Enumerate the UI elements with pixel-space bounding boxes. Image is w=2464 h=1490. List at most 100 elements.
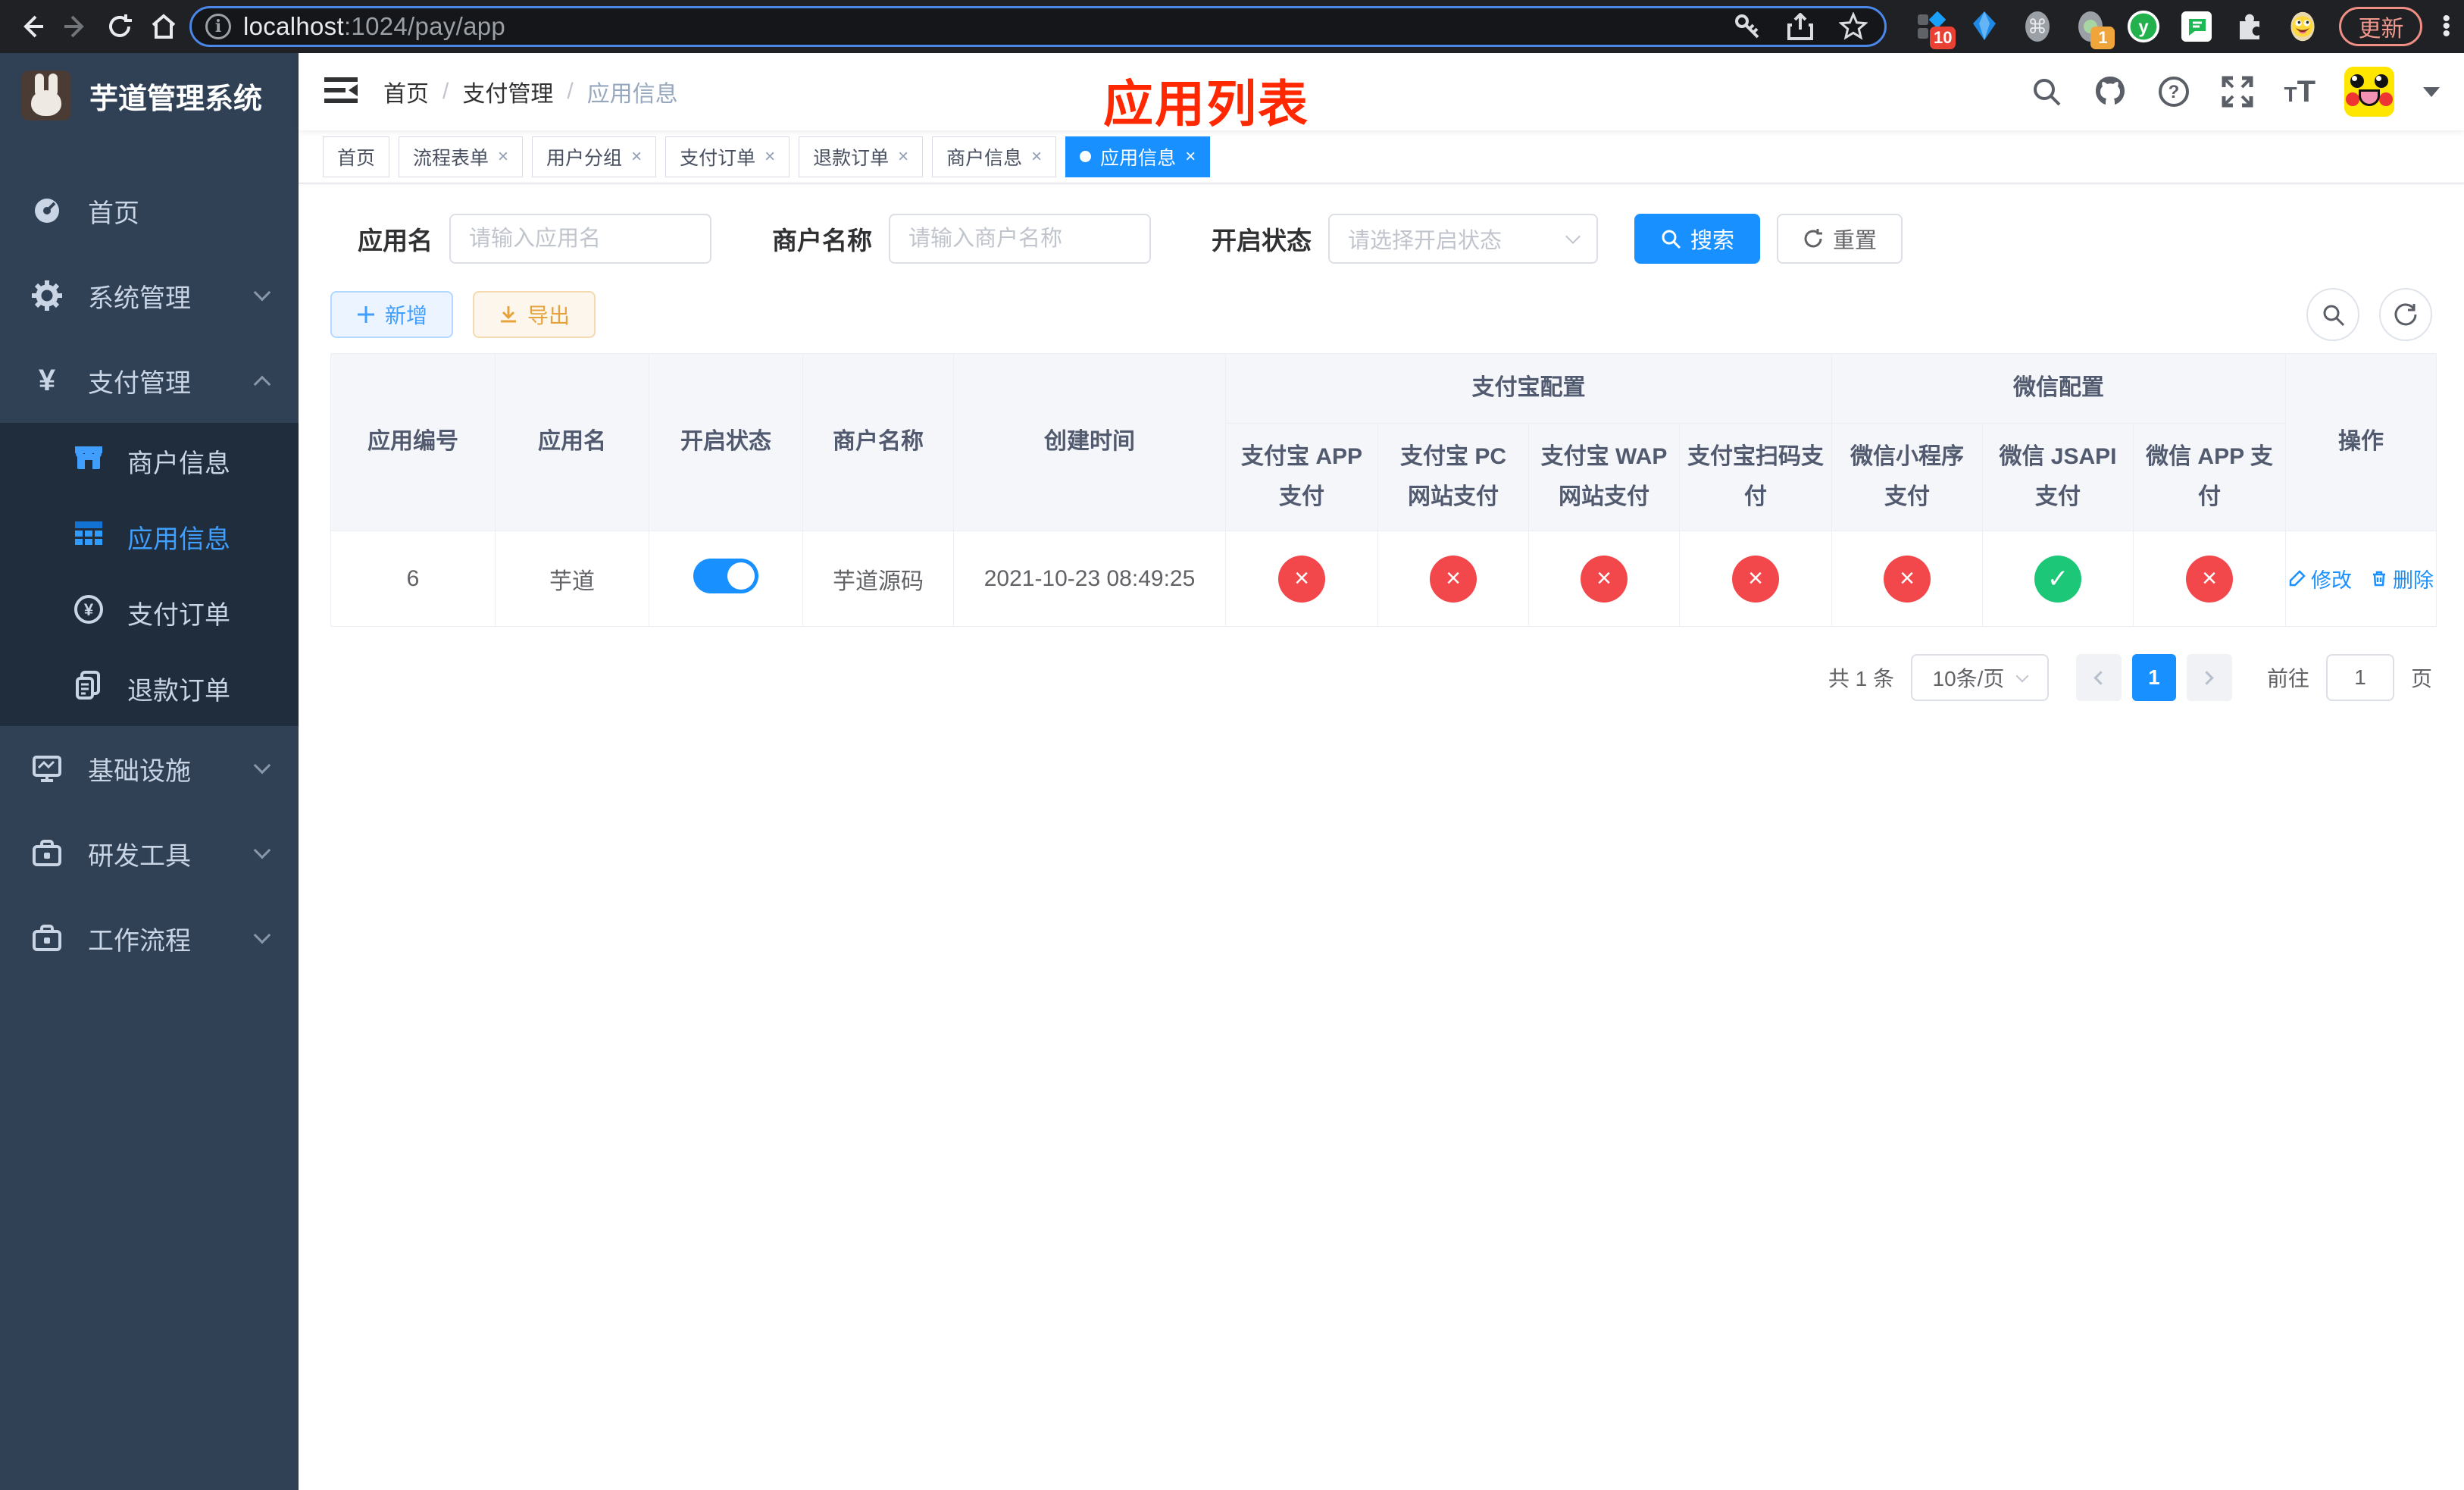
url-text[interactable]: localhost:1024/pay/app [243, 12, 505, 41]
cell-status [649, 531, 803, 627]
table-toolbar: 新增 导出 [330, 288, 2432, 341]
sidebar-item-dev-tools[interactable]: 研发工具 [0, 811, 299, 896]
back-icon[interactable] [14, 8, 50, 45]
profile-avatar-emoji-icon[interactable] [2286, 10, 2319, 43]
data-table: 应用编号 应用名 开启状态 商户名称 创建时间 支付宝配置 微信配置 操作 支付… [330, 353, 2437, 627]
forward-icon[interactable] [58, 8, 94, 45]
close-icon[interactable]: × [498, 146, 508, 167]
refresh-button[interactable] [2379, 288, 2432, 341]
search-icon[interactable] [2029, 74, 2064, 109]
site-info-icon[interactable]: i [205, 14, 231, 39]
search-button[interactable]: 搜索 [1634, 214, 1761, 264]
breadcrumb-separator: / [567, 79, 574, 104]
payment-submenu: 商户信息 应用信息 ¥ 支付订单 退款订单 [0, 423, 299, 726]
chrome-update-button[interactable]: 更新 [2339, 7, 2423, 46]
sidebar: 芋道管理系统 首页 系统管理 ¥ 支付管理 商户信息 应用信息 ¥ 支付订单 退… [0, 53, 299, 1490]
help-icon[interactable]: ? [2156, 74, 2191, 109]
github-icon[interactable] [2093, 74, 2128, 109]
reload-icon[interactable] [102, 8, 138, 45]
col-wechat-app: 微信 APP 支付 [2133, 423, 2286, 531]
next-page-button[interactable] [2186, 654, 2232, 701]
merchant-name-input[interactable] [889, 214, 1151, 264]
cell-created-at: 2021-10-23 08:49:25 [953, 531, 1226, 627]
app-name-input[interactable] [449, 214, 711, 264]
extension-chat-icon[interactable] [2180, 10, 2213, 43]
add-button[interactable]: 新增 [330, 291, 454, 338]
col-alipay-app: 支付宝 APP 支付 [1225, 423, 1378, 531]
col-alipay-pc: 支付宝 PC 网站支付 [1377, 423, 1529, 531]
extension-y-icon[interactable]: y [2127, 10, 2160, 43]
tab-merchant-info[interactable]: 商户信息 × [932, 136, 1057, 177]
col-app-name: 应用名 [495, 353, 649, 531]
sidebar-item-app-info[interactable]: 应用信息 [0, 499, 299, 574]
bookmark-star-icon[interactable] [1836, 9, 1871, 44]
address-bar[interactable]: i localhost:1024/pay/app [189, 6, 1887, 47]
extensions-area: 10 ⌘ 1 y 更新 • • • [1915, 7, 2450, 49]
page-number-button[interactable]: 1 [2131, 654, 2176, 701]
col-status: 开启状态 [649, 353, 803, 531]
sidebar-item-refund-order[interactable]: 退款订单 [0, 650, 299, 726]
extension-command-icon[interactable]: ⌘ [2021, 10, 2054, 43]
status-toggle[interactable] [693, 558, 758, 593]
tab-pay-order[interactable]: 支付订单 × [665, 136, 790, 177]
sidebar-item-infrastructure[interactable]: 基础设施 [0, 726, 299, 811]
tab-app-info[interactable]: 应用信息 × [1065, 136, 1211, 177]
font-size-icon[interactable]: TT [2284, 77, 2315, 107]
fullscreen-icon[interactable] [2220, 74, 2255, 109]
col-alipay-wap: 支付宝 WAP 网站支付 [1528, 423, 1680, 531]
sidebar-item-label: 工作流程 [88, 926, 191, 956]
tab-process-form[interactable]: 流程表单 × [399, 136, 524, 177]
app-title: 芋道管理系统 [89, 83, 263, 115]
goto-page-input[interactable] [2325, 654, 2394, 701]
extension-grid-icon[interactable]: 10 [1915, 10, 1956, 49]
sidebar-item-system[interactable]: 系统管理 [0, 253, 299, 338]
col-alipay-qr: 支付宝扫码支付 [1679, 423, 1832, 531]
extension-profile-icon[interactable]: 1 [2074, 10, 2115, 49]
cell-actions: 修改 删除 [2285, 531, 2437, 627]
status-select[interactable]: 请选择开启状态 [1328, 214, 1598, 264]
close-icon[interactable]: × [631, 146, 642, 167]
tab-user-group[interactable]: 用户分组 × [532, 136, 657, 177]
tab-home[interactable]: 首页 [323, 136, 390, 177]
col-wechat-jsapi: 微信 JSAPI 支付 [1982, 423, 2134, 531]
yen-circle-icon: ¥ [73, 593, 105, 632]
breadcrumb-home[interactable]: 首页 [383, 75, 429, 108]
status-check-icon: ✓ [2034, 555, 2081, 603]
chrome-menu-icon[interactable]: • • • [2442, 8, 2450, 45]
close-icon[interactable]: × [1031, 146, 1042, 167]
reset-button[interactable]: 重置 [1777, 214, 1903, 264]
goto-label: 前往 [2266, 667, 2309, 690]
close-icon[interactable]: × [1185, 146, 1196, 167]
extensions-puzzle-icon[interactable] [2233, 10, 2266, 43]
sidebar-item-label: 基础设施 [88, 756, 191, 786]
breadcrumb-payment[interactable]: 支付管理 [462, 75, 553, 108]
toggle-search-button[interactable] [2306, 288, 2359, 341]
col-group-alipay: 支付宝配置 [1225, 353, 1832, 424]
user-avatar[interactable] [2344, 67, 2394, 117]
sidebar-item-workflow[interactable]: 工作流程 [0, 896, 299, 981]
sidebar-item-merchant-info[interactable]: 商户信息 [0, 423, 299, 499]
document-icon [73, 669, 105, 708]
app-logo[interactable]: 芋道管理系统 [0, 53, 299, 138]
sidebar-item-home[interactable]: 首页 [0, 168, 299, 253]
status-label: 开启状态 [1212, 227, 1312, 255]
prev-page-button[interactable] [2075, 654, 2122, 701]
tab-refund-order[interactable]: 退款订单 × [799, 136, 924, 177]
edit-link[interactable]: 修改 [2288, 564, 2352, 593]
sidebar-item-pay-order[interactable]: ¥ 支付订单 [0, 574, 299, 650]
password-key-icon[interactable] [1730, 9, 1765, 44]
col-app-id: 应用编号 [330, 353, 496, 531]
page-size-select[interactable]: 10条/页 [1910, 654, 2049, 701]
export-button[interactable]: 导出 [473, 291, 596, 338]
close-icon[interactable]: × [898, 146, 908, 167]
sidebar-collapse-icon[interactable] [323, 74, 361, 110]
annotation-title: 应用列表 [1103, 76, 1309, 132]
close-icon[interactable]: × [765, 146, 775, 167]
extension-kite-icon[interactable] [1968, 10, 2001, 43]
share-icon[interactable] [1783, 9, 1818, 44]
total-count: 共 1 条 [1828, 667, 1894, 690]
home-icon[interactable] [145, 8, 182, 45]
sidebar-item-payment[interactable]: ¥ 支付管理 [0, 338, 299, 423]
delete-link[interactable]: 删除 [2370, 564, 2434, 593]
avatar-caret-icon[interactable] [2423, 86, 2440, 97]
